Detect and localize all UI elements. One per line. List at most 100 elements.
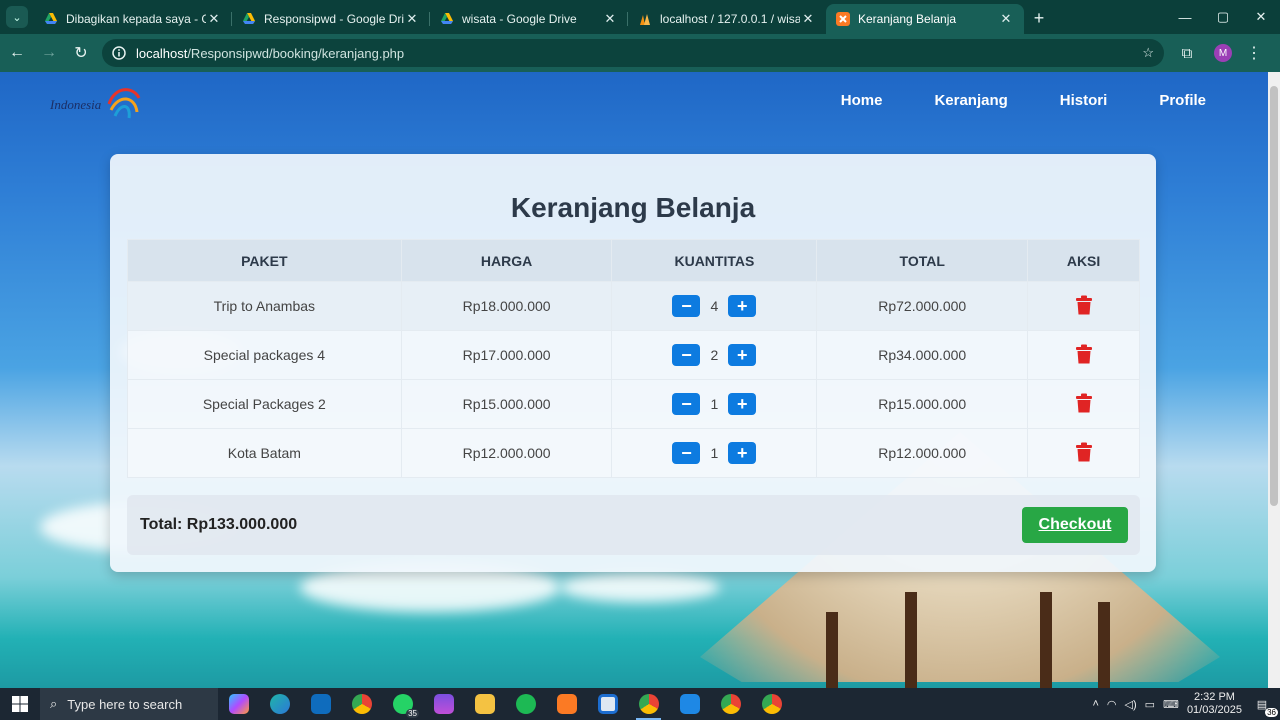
background-hut-post: [826, 612, 838, 688]
windows-logo-icon: [12, 696, 28, 712]
close-window-icon[interactable]: ✕: [1242, 0, 1280, 34]
browser-tab[interactable]: Dibagikan kepada saya - Googl ✕: [34, 4, 232, 34]
xampp-taskbar-icon[interactable]: [546, 688, 587, 720]
volume-icon[interactable]: ◁): [1125, 698, 1137, 711]
close-tab-icon[interactable]: ✕: [800, 11, 816, 27]
search-placeholder: Type here to search: [67, 696, 183, 712]
decrease-quantity-button[interactable]: −: [672, 344, 701, 366]
close-tab-icon[interactable]: ✕: [602, 11, 618, 27]
tab-search-menu-button[interactable]: ⌄: [6, 6, 28, 28]
vscode-icon[interactable]: [669, 688, 710, 720]
extensions-icon[interactable]: ⧉: [1170, 45, 1204, 62]
copilot-icon[interactable]: [218, 688, 259, 720]
spotify-icon[interactable]: [505, 688, 546, 720]
nav-profile-link[interactable]: Profile: [1159, 92, 1206, 109]
url-path: /Responsipwd/booking/keranjang.php: [187, 45, 405, 61]
start-button[interactable]: [0, 688, 40, 720]
trash-icon[interactable]: [1075, 295, 1093, 315]
google-drive-icon: [243, 13, 255, 24]
decrease-quantity-button[interactable]: −: [672, 442, 701, 464]
taskbar-search-box[interactable]: ⌕ Type here to search: [40, 688, 218, 720]
wonderful-indonesia-logo[interactable]: Indonesia: [50, 82, 145, 120]
decrease-quantity-button[interactable]: −: [672, 393, 701, 415]
profile-avatar[interactable]: M: [1214, 44, 1232, 62]
background-cloud: [560, 572, 720, 602]
bookmark-star-icon[interactable]: ☆: [1142, 45, 1154, 61]
browser-menu-icon[interactable]: ⋮: [1246, 43, 1262, 63]
nav-home-link[interactable]: Home: [841, 92, 883, 109]
new-tab-button[interactable]: +: [1024, 8, 1054, 29]
window-app-icon[interactable]: [587, 688, 628, 720]
increase-quantity-button[interactable]: +: [728, 393, 757, 415]
nav-histori-link[interactable]: Histori: [1060, 92, 1108, 109]
wifi-icon[interactable]: ◠: [1107, 698, 1117, 711]
google-drive-icon: [45, 13, 57, 24]
info-icon[interactable]: [112, 46, 126, 60]
app-stack-icon[interactable]: [423, 688, 464, 720]
table-row: Trip to Anambas Rp18.000.000 − 4 + Rp72.…: [127, 281, 1140, 331]
minimize-icon[interactable]: —: [1166, 0, 1204, 34]
package-price: Rp17.000.000: [400, 330, 613, 380]
row-total: Rp72.000.000: [816, 281, 1029, 331]
notification-icon[interactable]: ▤ 36: [1250, 698, 1278, 717]
battery-icon[interactable]: ▭: [1145, 698, 1155, 711]
chrome-icon[interactable]: [751, 688, 792, 720]
increase-quantity-button[interactable]: +: [728, 442, 757, 464]
system-tray: ˄ ◠ ◁) ▭ ⌨ 2:32 PM 01/03/2025 ▤ 36: [1092, 691, 1280, 717]
forward-button[interactable]: →: [34, 38, 64, 68]
background-hut-post: [1098, 602, 1110, 688]
browser-tab[interactable]: localhost / 127.0.0.1 / wisata / u ✕: [628, 4, 826, 34]
column-header-kuantitas: KUANTITAS: [611, 239, 818, 282]
chrome-profile-icon[interactable]: [628, 688, 669, 720]
taskbar-clock[interactable]: 2:32 PM 01/03/2025: [1187, 691, 1242, 717]
close-tab-icon[interactable]: ✕: [998, 11, 1014, 27]
package-name: Kota Batam: [127, 428, 402, 478]
xampp-icon: [836, 12, 850, 26]
column-header-harga: HARGA: [400, 239, 613, 282]
maximize-icon[interactable]: ▢: [1204, 0, 1242, 34]
tab-title: Keranjang Belanja: [858, 12, 957, 26]
windows-taskbar: ⌕ Type here to search 35 ˄ ◠ ◁) ▭ ⌨ 2:32…: [0, 688, 1280, 720]
back-button[interactable]: ←: [2, 38, 32, 68]
chrome-profile-icon[interactable]: [710, 688, 751, 720]
scrollbar-thumb[interactable]: [1270, 86, 1278, 506]
quantity-value: 1: [710, 396, 719, 412]
increase-quantity-button[interactable]: +: [728, 295, 757, 317]
increase-quantity-button[interactable]: +: [728, 344, 757, 366]
trash-icon[interactable]: [1075, 393, 1093, 413]
package-name: Trip to Anambas: [127, 281, 402, 331]
quantity-value: 2: [710, 347, 719, 363]
page-title: Keranjang Belanja: [510, 192, 756, 223]
page-scrollbar[interactable]: [1268, 72, 1280, 688]
quantity-cell: − 1 +: [611, 428, 818, 478]
browser-tab[interactable]: Responsipwd - Google Drive ✕: [232, 4, 430, 34]
trash-icon[interactable]: [1075, 344, 1093, 364]
file-explorer-icon[interactable]: [464, 688, 505, 720]
outlook-icon[interactable]: [300, 688, 341, 720]
decrease-quantity-button[interactable]: −: [672, 295, 701, 317]
background-hut-post: [1040, 592, 1052, 688]
url-text: localhost/Responsipwd/booking/keranjang.…: [136, 46, 404, 61]
url-host: localhost: [136, 45, 188, 61]
address-bar[interactable]: localhost/Responsipwd/booking/keranjang.…: [102, 39, 1164, 67]
reload-button[interactable]: ↻: [66, 38, 96, 68]
close-tab-icon[interactable]: ✕: [404, 11, 420, 27]
edge-icon[interactable]: [259, 688, 300, 720]
trash-icon[interactable]: [1075, 442, 1093, 462]
column-header-aksi: AKSI: [1027, 239, 1140, 282]
browser-tab-active[interactable]: Keranjang Belanja ✕: [826, 4, 1024, 34]
row-total: Rp34.000.000: [816, 330, 1029, 380]
nav-keranjang-link[interactable]: Keranjang: [934, 92, 1007, 109]
checkout-button[interactable]: Checkout: [1022, 507, 1128, 543]
close-tab-icon[interactable]: ✕: [206, 11, 222, 27]
package-name: Special Packages 2: [127, 379, 402, 429]
whatsapp-badge: 35: [406, 709, 419, 718]
window-controls: — ▢ ✕: [1166, 0, 1280, 34]
browser-tab[interactable]: wisata - Google Drive ✕: [430, 4, 628, 34]
keyboard-icon[interactable]: ⌨: [1163, 698, 1179, 711]
clock-time: 2:32 PM: [1193, 691, 1235, 703]
grand-total: Total: Rp133.000.000: [140, 516, 298, 533]
chrome-icon[interactable]: [341, 688, 382, 720]
chevron-up-icon[interactable]: ˄: [1092, 698, 1098, 710]
whatsapp-icon[interactable]: 35: [382, 688, 423, 720]
